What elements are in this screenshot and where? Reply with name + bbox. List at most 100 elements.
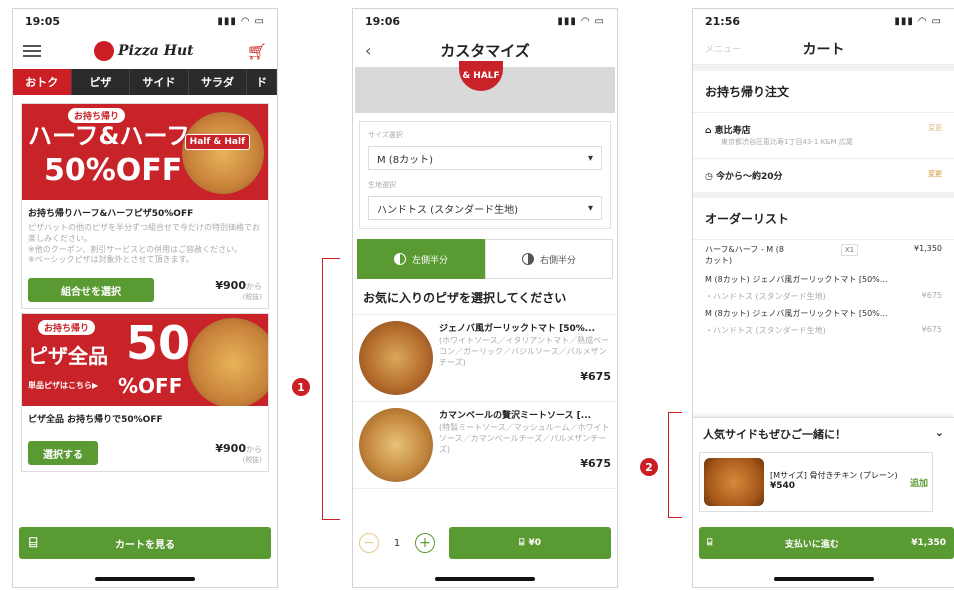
select-button[interactable]: 選択する xyxy=(28,441,98,466)
half-badge: & HALF xyxy=(459,61,503,91)
pizza-image xyxy=(188,318,268,407)
pizza-option[interactable]: ジェノバ風ガーリックトマト [50%... (ホワイトソース／イタリアントマト／… xyxy=(353,315,617,402)
clock-icon: ◷ xyxy=(705,171,716,182)
order-list-title: オーダーリスト xyxy=(693,198,954,240)
quantity-bar: − 1 + ⌸ ¥0 xyxy=(353,523,617,563)
store-icon: ⌂ xyxy=(705,126,715,136)
status-time: 19:06 xyxy=(365,14,401,28)
banner-tag: お持ち帰り xyxy=(68,108,126,123)
store-edit-link[interactable]: 変更 xyxy=(928,123,942,136)
decrement-button[interactable]: − xyxy=(359,533,379,553)
page-title: カスタマイズ xyxy=(440,41,530,60)
banner-discount: %OFF xyxy=(118,374,183,399)
side-item-name: [Mサイズ] 骨付きチキン (プレーン) xyxy=(770,470,898,480)
pizza-description: (特製ミートソース／マッシュルーム／ホワイトソース／カマンベールチーズ／パルメザ… xyxy=(439,423,610,454)
select-combo-button[interactable]: 組合せを選択 xyxy=(28,278,154,303)
pizza-hut-logo: Pizza Hut xyxy=(94,41,194,61)
cart-icon[interactable]: 🛒︎ xyxy=(247,42,267,61)
nav-bar: メニュー カート xyxy=(693,33,954,65)
annotation-bracket-2 xyxy=(668,412,682,518)
line-crust: ・ハンドトス (スタンダード生地) xyxy=(705,325,826,335)
pizza-name: ジェノバ風ガーリックトマト [50%... xyxy=(439,324,596,334)
line-name: M (8カット) ジェノバ風ガーリックトマト [50%... xyxy=(705,308,888,318)
phone-screen-customize: 19:06 ▮▮▮ ◠ ▭ ‹ カスタマイズ & HALF サイズ選択 M (8… xyxy=(352,8,618,588)
add-to-cart-button[interactable]: ⌸ ¥0 xyxy=(449,527,611,559)
home-indicator xyxy=(435,577,535,581)
view-cart-button[interactable]: ⌸ カートを見る xyxy=(19,527,271,559)
signal-icon: ▮▮▮ ◠ ▭ xyxy=(217,15,265,27)
pizza-image xyxy=(182,112,264,194)
promo-card-all-pizza: お持ち帰り ピザ全品 50 単品ピザはこちら▶ %OFF ピザ全品 お持ち帰りで… xyxy=(21,313,269,473)
promo-card-half-half: お持ち帰り ハーフ&ハーフ 50%OFF Half & Half お持ち帰りハー… xyxy=(21,103,269,310)
cart-icon: ⌸ xyxy=(519,538,525,548)
pizza-option[interactable]: カマンベールの贅沢ミートソース [... (特製ミートソース／マッシュルーム／ホ… xyxy=(353,402,617,489)
increment-button[interactable]: + xyxy=(415,533,435,553)
card-body: お持ち帰りハーフ&ハーフピザ50%OFF ピザハットの他のピザを半分ずつ組合せで… xyxy=(22,200,268,272)
time-edit-link[interactable]: 変更 xyxy=(928,169,942,182)
promo-price: ¥900から xyxy=(215,441,262,455)
tab-otoku[interactable]: おトク xyxy=(13,69,72,95)
side-item-price: ¥540 xyxy=(770,481,796,492)
pay-total: ¥1,350 xyxy=(911,538,946,548)
annotation-bracket-1 xyxy=(322,258,340,520)
proceed-to-payment-button[interactable]: ⌸ 支払いに進む ¥1,350 xyxy=(699,527,954,559)
side-panel-header[interactable]: 人気サイドもぜひご一緒に！ ⌄ xyxy=(693,418,954,450)
right-half-label: 右側半分 xyxy=(539,255,576,266)
signal-icon: ▮▮▮ ◠ ▭ xyxy=(894,15,942,27)
promo-banner-all-pizza[interactable]: お持ち帰り ピザ全品 50 単品ピザはこちら▶ %OFF xyxy=(22,314,268,407)
back-icon[interactable]: ‹ xyxy=(365,41,371,60)
size-label: サイズ選択 xyxy=(368,131,403,139)
phone-screen-top: 19:05 ▮▮▮ ◠ ▭ Pizza Hut 🛒︎ おトク ピザ サイド サラ… xyxy=(12,8,278,588)
status-time: 21:56 xyxy=(705,14,741,28)
side-item-card[interactable]: [Mサイズ] 骨付きチキン (プレーン) ¥540 追加 xyxy=(699,452,933,512)
promo-price: ¥900から xyxy=(215,278,262,292)
menu-back-link[interactable]: メニュー xyxy=(705,42,741,55)
dropdown-icon: ▾ xyxy=(587,202,593,214)
tab-salad[interactable]: サラダ xyxy=(189,69,248,95)
order-line-sub: ・ハンドトス (スタンダード生地) ¥675 xyxy=(705,323,942,338)
category-tabs: おトク ピザ サイド サラダ ド xyxy=(13,69,277,95)
logo-icon xyxy=(94,41,115,61)
banner-discount: 50%OFF xyxy=(44,153,183,188)
order-type-title: お持ち帰り注文 xyxy=(693,71,954,113)
size-select[interactable]: M (8カット) ▾ xyxy=(368,146,602,170)
pizza-image xyxy=(359,321,433,395)
order-qty: X1 xyxy=(840,243,859,256)
banner-headline: ピザ全品 xyxy=(28,344,108,369)
crust-select[interactable]: ハンドトス (スタンダード生地) ▾ xyxy=(368,196,602,220)
store-address: 東京都渋谷区恵比寿1丁目43-1 K&M 広尾 xyxy=(721,138,853,146)
card-body: ピザ全品 お持ち帰りで50%OFF xyxy=(22,406,268,435)
tab-side[interactable]: サイド xyxy=(130,69,189,95)
left-half-label: 左側半分 xyxy=(411,255,448,266)
cart-icon: ⌸ xyxy=(29,535,38,551)
promo-banner-half-half[interactable]: お持ち帰り ハーフ&ハーフ 50%OFF Half & Half xyxy=(22,104,268,200)
left-half-button[interactable]: 左側半分 xyxy=(357,239,485,279)
status-time: 19:05 xyxy=(25,14,61,28)
pizza-name: カマンベールの贅沢ミートソース [... xyxy=(439,411,592,421)
store-name: ⌂ 恵比寿店 xyxy=(705,126,751,136)
add-side-button[interactable]: 追加 xyxy=(910,476,928,489)
half-half-badge: Half & Half xyxy=(184,134,250,150)
hamburger-icon[interactable] xyxy=(23,45,41,57)
right-half-button[interactable]: 右側半分 xyxy=(485,239,613,279)
tab-pizza[interactable]: ピザ xyxy=(72,69,131,95)
app-header: Pizza Hut 🛒︎ xyxy=(13,33,277,69)
line-name: M (8カット) ジェノバ風ガーリックトマト [50%... xyxy=(705,274,888,284)
store-row[interactable]: ⌂ 恵比寿店 変更 東京都渋谷区恵比寿1丁目43-1 K&M 広尾 xyxy=(693,113,954,159)
tab-drink[interactable]: ド xyxy=(247,69,277,95)
banner-headline: ハーフ&ハーフ xyxy=(28,122,191,150)
pickup-time-row[interactable]: ◷ 今から～約20分 変更 xyxy=(693,159,954,192)
chevron-down-icon[interactable]: ⌄ xyxy=(935,426,944,442)
card-action: 選択する ¥900から (税抜) xyxy=(22,435,268,471)
dropdown-icon: ▾ xyxy=(587,152,593,164)
annotation-badge-2: 2 xyxy=(640,458,658,476)
banner-subtext: 単品ピザはこちら▶ xyxy=(28,381,99,391)
order-line: M (8カット) ジェノバ風ガーリックトマト [50%... xyxy=(705,304,942,323)
crust-value: ハンドトス (スタンダード生地) xyxy=(377,204,518,216)
logo-text: Pizza Hut xyxy=(118,43,194,59)
crust-label: 生地選択 xyxy=(368,181,396,189)
pizza-image xyxy=(359,408,433,482)
pizza-price: ¥675 xyxy=(580,457,611,471)
order-line-sub: ・ハンドトス (スタンダード生地) ¥675 xyxy=(705,289,942,304)
home-indicator xyxy=(95,577,195,581)
